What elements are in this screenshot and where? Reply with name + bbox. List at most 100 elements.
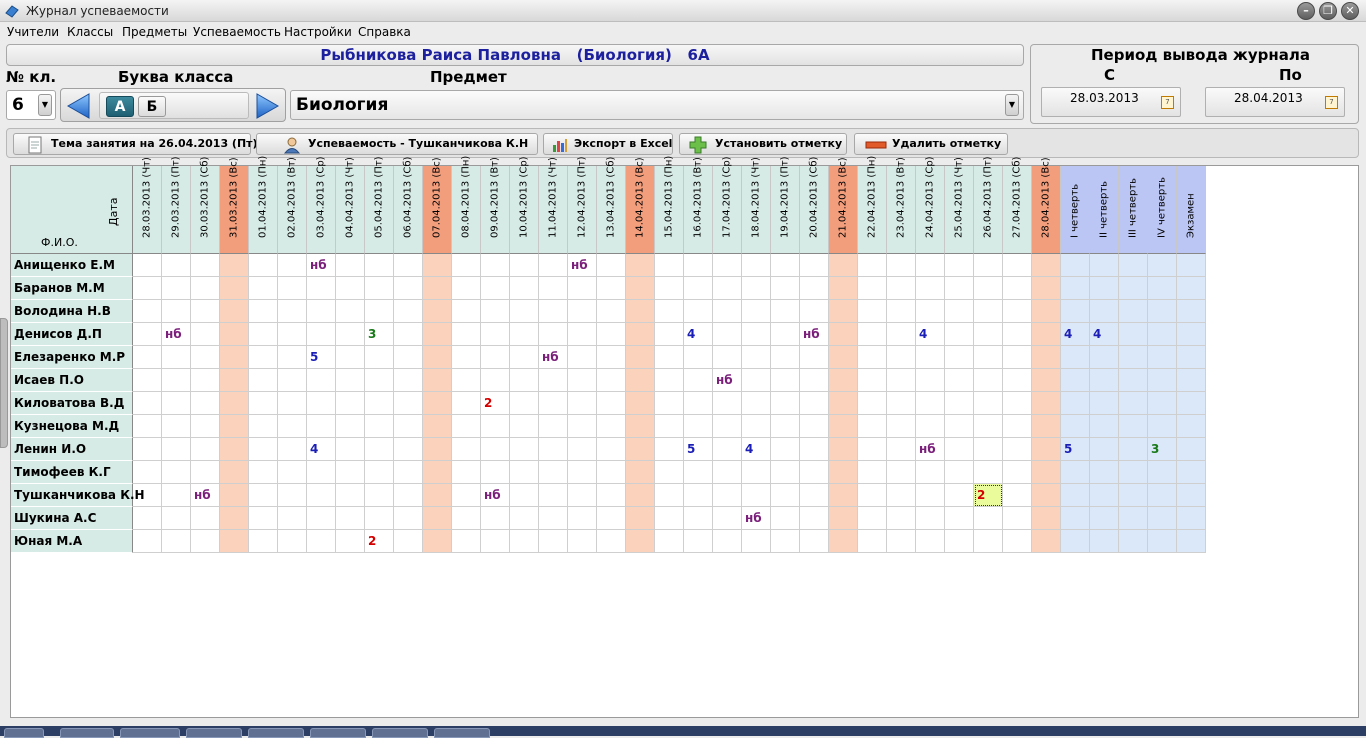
grade-cell[interactable] [510,323,539,346]
grade-cell[interactable] [1148,392,1177,415]
student-name[interactable]: Тимофеев К.Г [11,461,133,484]
grade-cell[interactable] [423,369,452,392]
taskbar-item[interactable] [186,728,242,738]
grade-cell[interactable] [829,438,858,461]
student-name[interactable]: Ленин И.О [11,438,133,461]
grade-cell[interactable] [278,530,307,553]
grade-cell[interactable] [800,530,829,553]
grade-cell[interactable] [742,415,771,438]
grade-cell[interactable] [133,438,162,461]
grade-cell[interactable] [220,346,249,369]
grade-cell[interactable] [1090,530,1119,553]
grade-cell[interactable] [655,369,684,392]
grade-cell[interactable] [742,254,771,277]
grade-cell[interactable] [452,415,481,438]
grade-cell[interactable] [365,461,394,484]
grade-cell[interactable] [626,484,655,507]
grade-cell[interactable] [191,461,220,484]
grade-cell[interactable] [1061,507,1090,530]
grade-cell[interactable] [191,415,220,438]
grade-cell[interactable] [336,346,365,369]
grade-cell[interactable] [1177,507,1206,530]
grade-cell[interactable] [626,530,655,553]
grade-cell[interactable] [423,484,452,507]
grade-cell[interactable] [1032,369,1061,392]
grade-cell[interactable] [510,484,539,507]
student-name[interactable]: Исаев П.О [11,369,133,392]
grade-cell[interactable] [162,300,191,323]
grade-cell[interactable] [568,461,597,484]
grade-cell[interactable] [191,323,220,346]
grade-cell[interactable] [191,507,220,530]
grade-cell[interactable] [133,484,162,507]
grade-cell[interactable] [423,323,452,346]
grade-cell[interactable] [655,507,684,530]
grade-cell[interactable] [307,530,336,553]
grade-cell[interactable] [771,507,800,530]
grade-cell[interactable] [1061,461,1090,484]
grade-cell[interactable] [771,277,800,300]
column-header[interactable]: 29.03.2013 (Пт) [162,156,191,254]
grade-cell[interactable] [800,254,829,277]
grade-cell[interactable] [800,300,829,323]
subject-select[interactable]: Биология ▼ [290,90,1024,120]
student-name[interactable]: Шукина А.С [11,507,133,530]
grade-cell[interactable] [945,277,974,300]
grade-cell[interactable] [510,438,539,461]
grade-cell[interactable] [800,461,829,484]
grade-cell[interactable] [1148,300,1177,323]
column-header[interactable]: 11.04.2013 (Чт) [539,157,568,254]
grade-cell[interactable] [916,415,945,438]
grade-cell[interactable] [162,346,191,369]
grade-cell[interactable] [771,461,800,484]
grade-cell[interactable] [539,369,568,392]
grade-cell[interactable] [1003,346,1032,369]
grade-cell[interactable] [278,415,307,438]
grade-cell[interactable] [539,323,568,346]
grade-cell[interactable] [307,392,336,415]
grade-cell[interactable] [916,346,945,369]
column-header[interactable]: 28.03.2013 (Чт) [133,157,162,254]
letter-button-b[interactable]: Б [138,96,166,117]
grade-cell[interactable] [597,323,626,346]
grade-cell[interactable] [829,346,858,369]
grade-cell[interactable] [1032,392,1061,415]
grade-cell[interactable] [1061,415,1090,438]
grade-cell[interactable] [945,346,974,369]
column-header[interactable]: I четверть [1061,166,1090,254]
class-number-select[interactable]: 6 ▼ [6,90,56,120]
grade-cell[interactable] [800,392,829,415]
grade-cell[interactable]: нб [568,254,597,277]
column-header[interactable]: 30.03.2013 (Сб) [191,157,220,254]
grade-cell[interactable]: нб [162,323,191,346]
grade-cell[interactable] [1003,438,1032,461]
grade-cell[interactable] [829,323,858,346]
grade-cell[interactable] [1032,461,1061,484]
grade-cell[interactable] [307,323,336,346]
grade-cell[interactable] [771,392,800,415]
grade-cell[interactable] [1119,277,1148,300]
grade-cell[interactable] [162,461,191,484]
grade-cell[interactable] [394,369,423,392]
grade-cell[interactable] [452,254,481,277]
grade-cell[interactable] [423,507,452,530]
column-header[interactable]: 28.04.2013 (Вс) [1032,157,1061,254]
grade-cell[interactable] [1177,438,1206,461]
grade-cell[interactable] [162,392,191,415]
grade-cell[interactable] [568,438,597,461]
column-header[interactable]: 23.04.2013 (Вт) [887,157,916,254]
grade-cell[interactable] [481,300,510,323]
period-to-field[interactable]: 28.04.2013 7 [1205,87,1345,117]
grade-cell[interactable] [684,254,713,277]
grade-cell[interactable] [278,392,307,415]
grade-cell[interactable] [945,254,974,277]
student-name[interactable]: Кузнецова М.Д [11,415,133,438]
grade-cell[interactable] [278,277,307,300]
grade-cell[interactable] [829,254,858,277]
grade-cell[interactable] [597,369,626,392]
grade-cell[interactable] [1061,277,1090,300]
menu-teachers[interactable]: Учители [7,25,59,39]
grade-cell[interactable] [307,300,336,323]
grade-cell[interactable] [916,277,945,300]
grade-cell[interactable] [568,415,597,438]
